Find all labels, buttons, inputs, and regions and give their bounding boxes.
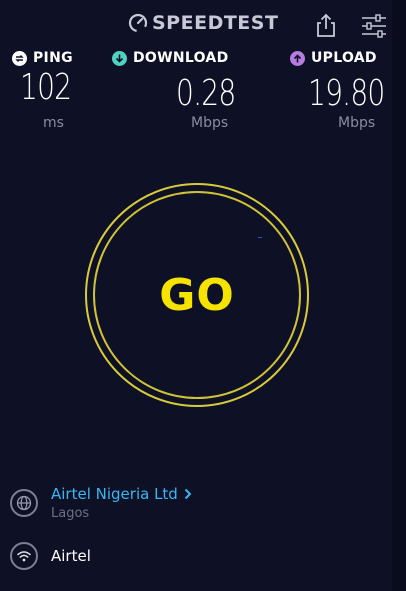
upload-metric: UPLOAD 19.80 Mbps bbox=[290, 50, 385, 131]
upload-label-row: UPLOAD bbox=[290, 50, 377, 66]
upload-value: 19.80 bbox=[308, 73, 385, 114]
ping-label: PING bbox=[33, 50, 73, 66]
upload-arrow-icon bbox=[290, 50, 305, 66]
speedometer-icon bbox=[128, 13, 148, 33]
go-button-container: GO bbox=[85, 183, 309, 407]
globe-icon bbox=[10, 489, 38, 517]
brand-logo: SPEEDTEST bbox=[128, 12, 278, 34]
settings-sliders-icon bbox=[362, 14, 386, 38]
upload-label: UPLOAD bbox=[311, 50, 377, 66]
download-arrow-icon bbox=[112, 50, 127, 66]
provider-info: Airtel Nigeria Ltd Lagos bbox=[51, 485, 192, 521]
download-label: DOWNLOAD bbox=[133, 50, 229, 66]
wifi-icon bbox=[10, 542, 38, 570]
share-icon bbox=[317, 13, 335, 37]
upload-unit: Mbps bbox=[338, 115, 376, 131]
right-edge-strip bbox=[392, 0, 406, 591]
download-label-row: DOWNLOAD bbox=[112, 50, 229, 66]
download-metric: DOWNLOAD 0.28 Mbps bbox=[112, 50, 236, 131]
ping-value: 102 bbox=[20, 67, 72, 108]
ping-metric: PING 102 ms bbox=[12, 50, 86, 131]
share-button[interactable] bbox=[314, 12, 338, 38]
ping-unit: ms bbox=[43, 115, 64, 131]
ping-icon bbox=[12, 50, 27, 66]
chevron-right-icon bbox=[184, 488, 192, 500]
network-row: Airtel bbox=[10, 542, 91, 570]
header: SPEEDTEST bbox=[0, 10, 406, 42]
decorative-mark bbox=[258, 237, 262, 238]
ping-label-row: PING bbox=[12, 50, 86, 66]
speedtest-app: SPEEDTEST PING 102 ms DOWNLOAD 0.28 Mbps… bbox=[0, 0, 406, 591]
settings-button[interactable] bbox=[360, 14, 388, 38]
provider-name: Airtel Nigeria Ltd bbox=[51, 485, 178, 503]
provider-row: Airtel Nigeria Ltd Lagos bbox=[10, 485, 192, 521]
brand-name: SPEEDTEST bbox=[152, 12, 279, 34]
download-value: 0.28 bbox=[176, 73, 236, 114]
network-name: Airtel bbox=[51, 547, 91, 565]
provider-link[interactable]: Airtel Nigeria Ltd bbox=[51, 485, 192, 503]
provider-city: Lagos bbox=[51, 506, 90, 521]
download-unit: Mbps bbox=[191, 115, 229, 131]
go-button[interactable]: GO bbox=[95, 193, 299, 397]
